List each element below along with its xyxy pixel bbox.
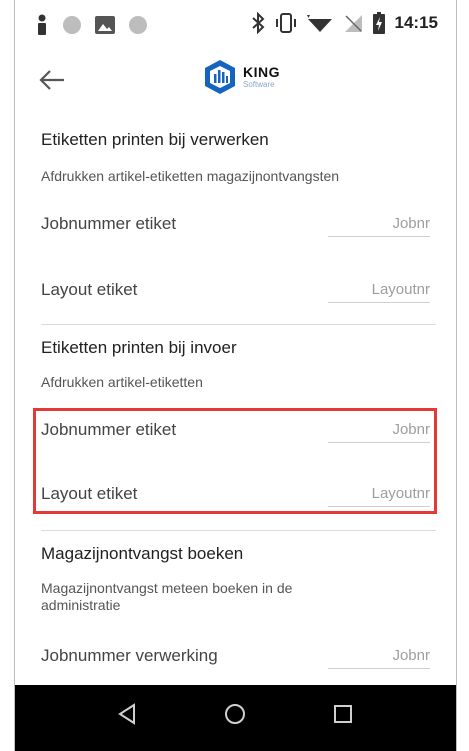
battery-charging-icon (372, 12, 385, 34)
app-toolbar: KING Software (15, 52, 456, 108)
king-software-logo: KING Software (201, 58, 280, 96)
status-icons-right: 14:15 (251, 12, 438, 34)
bluetooth-icon (251, 12, 264, 34)
notification-dot-icon (129, 16, 147, 34)
section-title: Magazijnontvangst boeken (41, 544, 244, 563)
recents-nav-icon[interactable] (333, 703, 353, 725)
image-icon (95, 16, 115, 34)
status-icons-left (35, 14, 147, 36)
back-arrow-icon[interactable] (37, 68, 67, 92)
logo-name: KING (243, 64, 280, 80)
vibrate-icon (275, 13, 296, 33)
layoutnr-input[interactable] (328, 276, 430, 303)
jobnr-input[interactable] (328, 210, 430, 237)
phone-screen: 14:15 KING Software Etiketten printen bi… (14, 0, 457, 751)
king-logo-icon (205, 60, 235, 94)
section-description: Afdrukken artikel-etiketten magazijnontv… (41, 168, 340, 184)
section-title: Etiketten printen bij invoer (41, 338, 237, 357)
wifi-icon (306, 15, 332, 32)
person-icon (38, 14, 46, 35)
row-label: Jobnummer etiket (41, 214, 177, 233)
section-description: Magazijnontvangst meteen boeken in de ad… (41, 580, 293, 613)
status-time: 14:15 (394, 13, 438, 32)
logo-subtitle: Software (243, 80, 275, 89)
section-divider (41, 324, 436, 325)
row-label: Jobnummer verwerking (41, 646, 218, 665)
section-title: Etiketten printen bij verwerken (41, 130, 269, 149)
cellular-signal-icon (344, 15, 362, 32)
back-nav-icon[interactable] (117, 703, 137, 725)
section-description: Afdrukken artikel-etiketten (41, 374, 203, 390)
navigation-bar (15, 685, 456, 751)
jobnr-input[interactable] (328, 642, 430, 669)
section-divider (41, 530, 436, 531)
home-nav-icon[interactable] (224, 703, 246, 725)
highlight-box (33, 408, 437, 514)
notification-dot-icon (63, 16, 81, 34)
row-label: Layout etiket (41, 280, 138, 299)
status-bar: 14:15 (15, 0, 456, 48)
